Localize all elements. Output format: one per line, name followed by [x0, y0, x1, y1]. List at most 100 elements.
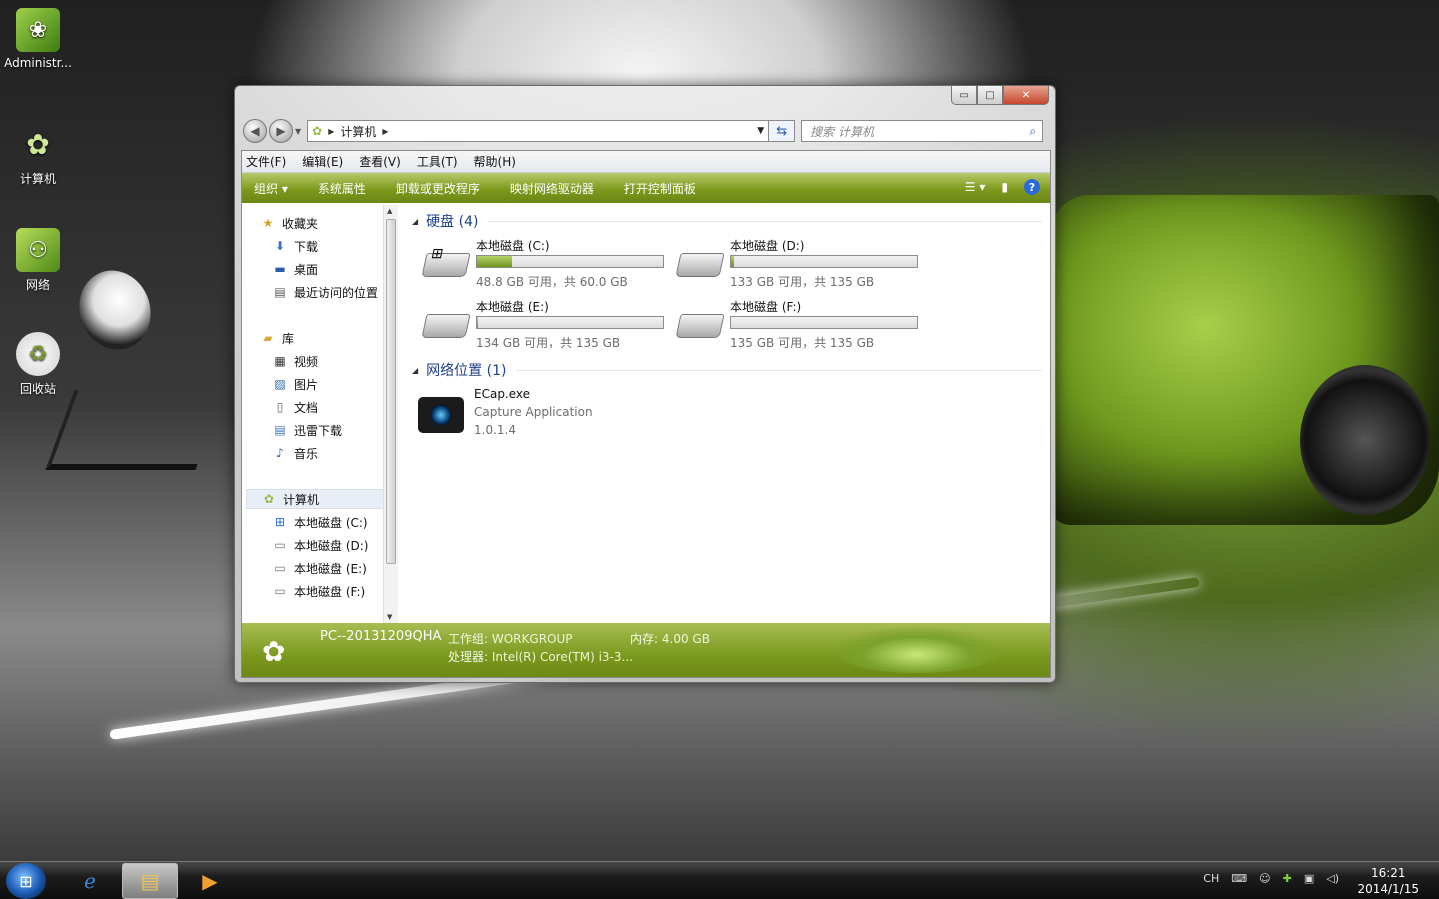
uninstall-program-button[interactable]: 卸载或更改程序	[396, 180, 480, 197]
nav-documents[interactable]: ▯文档	[272, 397, 318, 417]
breadcrumb-separator[interactable]: ▶	[382, 127, 388, 136]
search-input[interactable]: 搜索 计算机 ⌕	[801, 120, 1043, 142]
preview-pane-icon[interactable]: ▮	[1001, 180, 1008, 194]
content-pane: ◢ 硬盘 (4) ⊞ 本地磁盘 (C:) 48.8 GB 可用，共 60.0 G…	[402, 205, 1051, 623]
workgroup-label: 工作组:	[448, 632, 488, 646]
back-button[interactable]: ◀	[243, 119, 267, 143]
nav-drive-f[interactable]: ▭本地磁盘 (F:)	[272, 581, 365, 601]
open-control-panel-button[interactable]: 打开控制面板	[624, 180, 696, 197]
security-icon[interactable]: ✚	[1283, 872, 1292, 885]
menu-tools[interactable]: 工具(T)	[417, 153, 458, 170]
help-button[interactable]: ?	[1024, 179, 1040, 195]
breadcrumb-separator[interactable]: ▶	[328, 127, 334, 136]
hard-drive-icon	[675, 253, 724, 277]
nav-drive-c[interactable]: ⊞本地磁盘 (C:)	[272, 512, 368, 532]
breadcrumb-computer[interactable]: 计算机	[340, 123, 376, 140]
nav-label: 收藏夹	[282, 215, 318, 232]
network-tray-icon[interactable]: ▣	[1304, 872, 1314, 885]
desktop-icon-label: 计算机	[0, 170, 76, 187]
explorer-body: 文件(F) 编辑(E) 查看(V) 工具(T) 帮助(H) 组织 ▾ 系统属性 …	[241, 150, 1051, 678]
scrollbar-thumb[interactable]	[386, 219, 396, 564]
address-bar[interactable]: ✿ ▶ 计算机 ▶ ▼	[307, 120, 769, 142]
user-folder-icon: ❀	[16, 8, 60, 52]
hard-drive-icon	[675, 314, 724, 338]
drive-d[interactable]: 本地磁盘 (D:) 133 GB 可用，共 135 GB	[674, 237, 924, 295]
chevron-down-icon[interactable]: ▼	[757, 126, 764, 136]
forward-button[interactable]: ▶	[269, 119, 293, 143]
collapse-icon[interactable]: ◢	[412, 217, 418, 226]
menu-help[interactable]: 帮助(H)	[474, 153, 516, 170]
start-button[interactable]: ⊞	[6, 863, 46, 899]
drive-name: 本地磁盘 (D:)	[730, 237, 804, 254]
system-properties-button[interactable]: 系统属性	[318, 180, 366, 197]
map-network-drive-button[interactable]: 映射网络驱动器	[510, 180, 594, 197]
desktop-icon-computer[interactable]: ✿ 计算机	[0, 122, 76, 187]
drive-usage-bar	[476, 316, 664, 329]
nav-drive-d[interactable]: ▭本地磁盘 (D:)	[272, 535, 368, 555]
organize-button[interactable]: 组织 ▾	[254, 180, 288, 197]
scroll-down-icon[interactable]: ▼	[387, 613, 392, 621]
refresh-button[interactable]: ⇆	[769, 120, 795, 142]
menu-view[interactable]: 查看(V)	[359, 153, 401, 170]
drive-free-space: 48.8 GB 可用，共 60.0 GB	[476, 273, 628, 290]
network-item-ecap[interactable]: ECap.exe Capture Application 1.0.1.4	[418, 387, 718, 447]
volume-icon[interactable]: ◁)	[1326, 872, 1339, 885]
close-button[interactable]: ✕	[1003, 86, 1049, 105]
camera-icon	[418, 397, 464, 433]
maximize-button[interactable]: □	[977, 86, 1003, 105]
explorer-window[interactable]: ▭ □ ✕ ◀ ▶ ▼ ✿ ▶ 计算机 ▶ ▼ ⇆ 搜索 计算机 ⌕ 文件(F)…	[234, 85, 1056, 683]
search-icon[interactable]: ⌕	[1029, 124, 1036, 139]
user-avatar-icon[interactable]: ☺	[1259, 872, 1270, 885]
minimize-button[interactable]: ▭	[951, 86, 977, 105]
nav-libraries[interactable]: ▰库	[260, 328, 294, 348]
scroll-up-icon[interactable]: ▲	[387, 207, 392, 215]
search-placeholder: 搜索 计算机	[810, 123, 874, 140]
recycle-bin-icon: ♻	[16, 332, 60, 376]
nav-label: 图片	[294, 376, 318, 393]
group-header-network[interactable]: ◢ 网络位置 (1)	[412, 360, 1042, 380]
nav-thunder-downloads[interactable]: ▤迅雷下载	[272, 420, 342, 440]
menu-file[interactable]: 文件(F)	[246, 153, 286, 170]
nav-label: 本地磁盘 (E:)	[294, 560, 367, 577]
nav-downloads[interactable]: ⬇下载	[272, 236, 318, 256]
media-player-icon: ▶	[202, 869, 217, 893]
language-indicator[interactable]: CH	[1203, 872, 1219, 885]
folder-icon: ▤	[141, 869, 160, 893]
memory-value: 4.00 GB	[662, 632, 710, 646]
keyboard-icon[interactable]: ⌨	[1231, 872, 1247, 885]
nav-drive-e[interactable]: ▭ 本地磁盘 (E:)	[272, 558, 367, 578]
hard-drive-icon: ▭	[272, 560, 288, 576]
clock[interactable]: 16:21 2014/1/15	[1357, 865, 1419, 897]
taskbar-internet-explorer[interactable]: ℯ	[62, 863, 118, 899]
details-pane: ✿ PC--20131209QHA 工作组: WORKGROUP 内存: 4.0…	[242, 623, 1051, 678]
group-header-label: 硬盘 (4)	[426, 211, 478, 231]
nav-videos[interactable]: ▦视频	[272, 351, 318, 371]
nav-recent-places[interactable]: ▤最近访问的位置	[272, 282, 378, 302]
menu-edit[interactable]: 编辑(E)	[302, 153, 343, 170]
nav-computer[interactable]: ✿计算机	[246, 489, 384, 509]
taskbar-explorer[interactable]: ▤	[122, 863, 178, 899]
navigation-scrollbar[interactable]: ▲ ▼	[383, 205, 398, 623]
nav-label: 文档	[294, 399, 318, 416]
drive-c[interactable]: ⊞ 本地磁盘 (C:) 48.8 GB 可用，共 60.0 GB	[420, 237, 670, 295]
collapse-icon[interactable]: ◢	[412, 366, 418, 375]
drive-e[interactable]: 本地磁盘 (E:) 134 GB 可用，共 135 GB	[420, 298, 670, 356]
nav-pictures[interactable]: ▨图片	[272, 374, 318, 394]
desktop-icon-recycle-bin[interactable]: ♻ 回收站	[0, 332, 76, 397]
nav-music[interactable]: ♪音乐	[272, 443, 318, 463]
drive-f[interactable]: 本地磁盘 (F:) 135 GB 可用，共 135 GB	[674, 298, 924, 356]
desktop-icon-network[interactable]: ⚇ 网络	[0, 228, 76, 293]
recent-pages-dropdown[interactable]: ▼	[295, 127, 301, 136]
desktop-icon-administrator[interactable]: ❀ Administr...	[0, 8, 76, 70]
nav-favorites[interactable]: ★收藏夹	[260, 213, 318, 233]
view-options-icon[interactable]: ☰ ▾	[965, 180, 986, 194]
memory-row: 内存: 4.00 GB	[630, 630, 710, 647]
nav-desktop[interactable]: ▬桌面	[272, 259, 318, 279]
computer-lotus-icon: ✿	[16, 122, 60, 166]
group-header-hard-disks[interactable]: ◢ 硬盘 (4)	[412, 211, 1042, 231]
taskbar-media-player[interactable]: ▶	[182, 863, 238, 899]
internet-explorer-icon: ℯ	[84, 869, 96, 893]
details-car-image	[832, 627, 1002, 673]
nav-label: 计算机	[283, 491, 319, 508]
hard-drive-icon	[421, 314, 470, 338]
